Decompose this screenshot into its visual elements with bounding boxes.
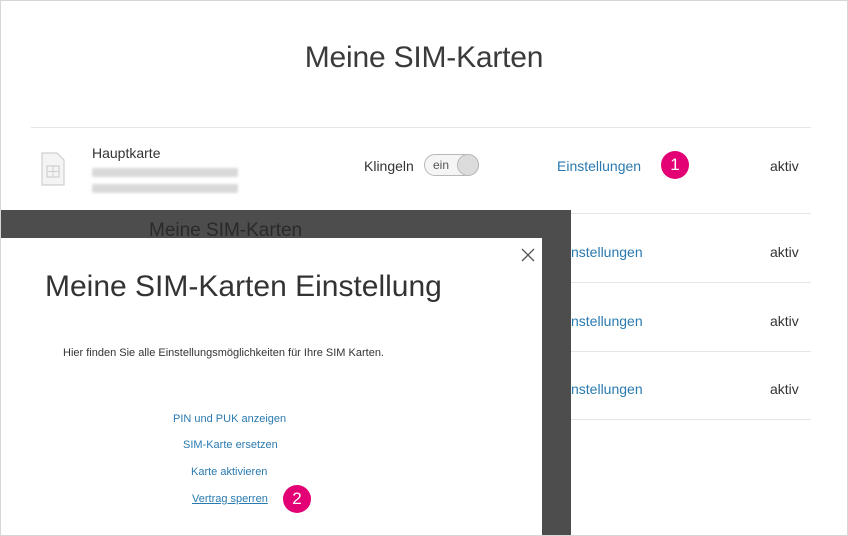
sim-status: aktiv: [770, 381, 799, 397]
phone-number-redacted: [92, 168, 238, 177]
page-title: Meine SIM-Karten: [304, 41, 544, 74]
sim-status: aktiv: [770, 313, 799, 329]
ring-label: Klingeln: [364, 158, 414, 174]
close-icon[interactable]: [521, 248, 535, 262]
card-number-redacted: [92, 184, 238, 193]
settings-link-main[interactable]: Einstellungen: [557, 158, 641, 174]
toggle-knob: [457, 154, 479, 176]
pin-puk-link[interactable]: PIN und PUK anzeigen: [173, 413, 286, 425]
modal-title: Meine SIM-Karten Einstellung: [45, 270, 442, 303]
sim-status: aktiv: [770, 158, 799, 174]
settings-modal: Meine SIM-Karten Einstellung Hier finden…: [1, 238, 542, 535]
settings-link-row-2[interactable]: nstellungen: [571, 244, 643, 260]
app-frame: Meine SIM-Karten Hauptkarte Klingeln ein…: [0, 0, 848, 536]
block-contract-link[interactable]: Vertrag sperren: [192, 493, 268, 505]
step-badge-2: 2: [283, 485, 311, 513]
divider: [571, 419, 811, 420]
modal-description: Hier finden Sie alle Einstellungsmöglich…: [63, 347, 384, 359]
settings-link-row-3[interactable]: nstellungen: [571, 313, 643, 329]
sim-card-name: Hauptkarte: [92, 145, 161, 161]
activate-card-link[interactable]: Karte aktivieren: [191, 466, 267, 478]
ring-toggle[interactable]: ein: [424, 154, 479, 176]
replace-sim-link[interactable]: SIM-Karte ersetzen: [183, 439, 278, 451]
settings-link-row-4[interactable]: nstellungen: [571, 381, 643, 397]
sim-card-icon: [41, 152, 65, 186]
sim-status: aktiv: [770, 244, 799, 260]
toggle-state-label: ein: [433, 158, 450, 172]
step-badge-1: 1: [661, 151, 689, 179]
divider: [31, 127, 811, 128]
